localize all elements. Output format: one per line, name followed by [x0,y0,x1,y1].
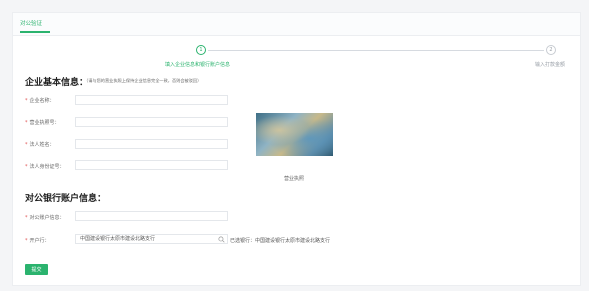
submit-button[interactable]: 提交 [25,264,48,275]
bank-branch-search[interactable]: 中国建设银行太原市建设北路支行 [75,234,228,244]
tab-corporate-verification[interactable]: 对公验证 [20,19,42,27]
company-info-hint: （请与您的营业执照上保持企业信息完全一致，否则会被驳回） [84,78,202,83]
legal-rep-name-label: * 法人姓名： [25,142,55,148]
step-2-indicator: 2 [546,45,556,55]
step-1-label: 填入企业信息和银行账户信息 [165,62,231,68]
step-1-indicator: 1 [196,45,206,55]
account-info-input[interactable] [75,211,228,221]
business-license-image[interactable] [256,113,333,156]
selected-bank-note: 已选银行：中国建设银行太原市建设北路支行 [230,238,331,244]
step-2-label: 输入打款金额 [535,62,566,68]
legal-rep-id-label: * 法人身份证号： [25,164,65,170]
license-number-label: * 营业执照号： [25,120,60,126]
business-license-caption: 营业执照 [284,176,305,182]
active-tab-indicator [20,31,50,33]
legal-rep-id-input[interactable] [75,160,228,170]
search-icon[interactable] [218,236,225,243]
account-info-label: * 对公账户信息： [25,215,65,221]
bank-branch-label: * 开户行： [25,238,50,244]
legal-rep-name-input[interactable] [75,139,228,149]
license-number-input[interactable] [75,117,228,127]
company-name-label: * 企业名称： [25,98,55,104]
tab-bar: 对公验证 [13,13,580,36]
bank-account-title: 对公银行账户信息： [25,194,107,204]
step-connector [208,50,544,51]
company-info-title: 企业基本信息： [25,78,89,88]
company-name-input[interactable] [75,95,228,105]
verification-card: 对公验证 1 2 填入企业信息和银行账户信息 输入打款金额 企业基本信息： （请… [12,12,581,286]
